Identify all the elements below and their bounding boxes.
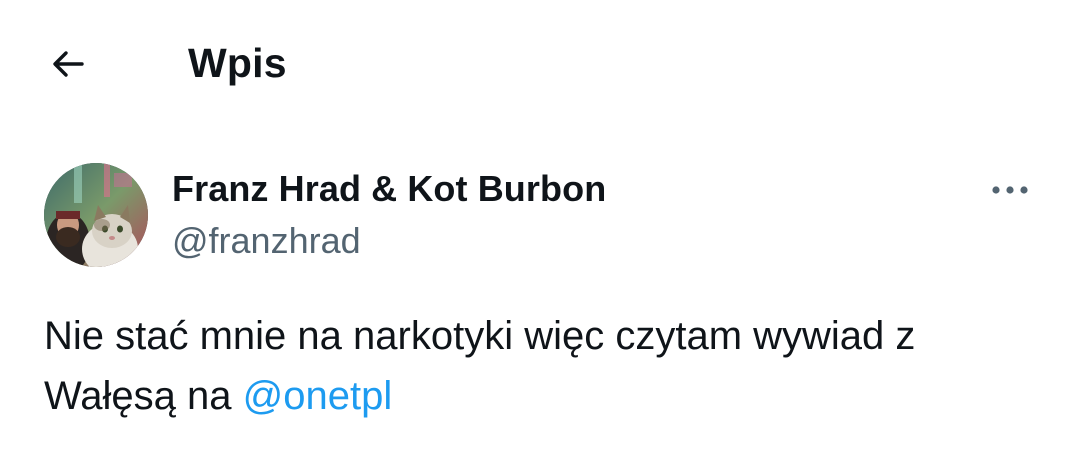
more-options-button[interactable] [984, 168, 1036, 212]
page-title: Wpis [188, 40, 287, 86]
arrow-left-icon [53, 51, 84, 77]
more-horizontal-icon [992, 186, 1028, 194]
author-handle[interactable]: @franzhrad [172, 219, 361, 263]
top-bar: Wpis [0, 0, 1080, 120]
author-display-name[interactable]: Franz Hrad & Kot Burbon [172, 167, 606, 211]
tweet-detail-page: Wpis Franz Hrad & Kot Burbon @franzhrad … [0, 0, 1080, 469]
avatar-photo [44, 163, 148, 267]
tweet-text: Nie stać mnie na narkotyki więc czytam w… [44, 306, 1044, 426]
avatar[interactable] [44, 163, 148, 267]
back-button[interactable] [36, 34, 100, 94]
mention-link[interactable]: @onetpl [243, 374, 393, 418]
tweet-text-segment: Wałęsą na [44, 374, 243, 418]
tweet-text-line: Nie stać mnie na narkotyki więc czytam w… [44, 314, 916, 358]
tweet-text-line: Wałęsą na @onetpl [44, 366, 1044, 426]
